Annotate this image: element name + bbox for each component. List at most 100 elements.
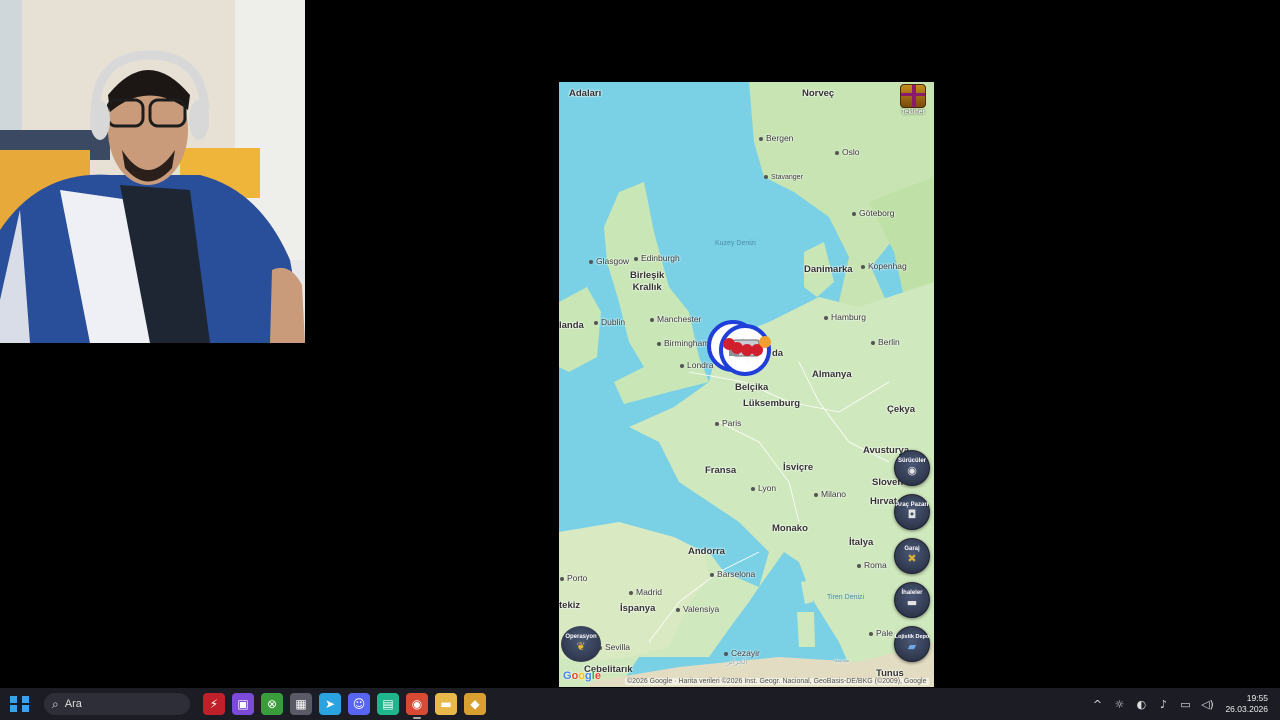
depot-marker-cluster[interactable] — [707, 320, 777, 390]
taskbar-app-chat-app[interactable]: ▤ — [377, 693, 399, 715]
taskbar-app-app-red[interactable]: ⚡ — [203, 693, 225, 715]
label-bergen: Bergen — [759, 133, 793, 143]
label-cekya: Çekya — [887, 404, 915, 415]
clock[interactable]: 19:55 26.03.2026 — [1225, 693, 1268, 715]
wings-icon: ❦ — [576, 640, 586, 653]
app-red-icon: ⚡ — [209, 697, 219, 711]
label-barselona: Barselona — [710, 569, 755, 579]
taskbar-apps: ⚡ ▣ ⊗ ▦ ➤ ☺ ▤ ◉ ▬ ◆ — [196, 693, 486, 719]
book-icon: ▰ — [907, 640, 917, 653]
taskbar-app-calculator[interactable]: ▦ — [290, 693, 312, 715]
label-irlanda: landa — [559, 320, 584, 331]
game-app-icon: ◆ — [470, 697, 480, 711]
label-milano: Milano — [814, 489, 846, 499]
wrench-icon: ✖ — [907, 552, 917, 565]
label-dublin: Dublin — [594, 317, 625, 327]
chrome-icon: ◉ — [411, 697, 423, 711]
label-norvec: Norveç — [802, 88, 835, 99]
taskbar-app-chrome[interactable]: ◉ — [406, 693, 428, 719]
file-explorer-icon: ▬ — [440, 697, 452, 711]
calculator-icon: ▦ — [295, 697, 307, 711]
start-button[interactable] — [8, 691, 34, 717]
windows-logo-icon — [10, 696, 17, 703]
label-edinburgh: Edinburgh — [634, 253, 680, 263]
clock-time: 19:55 — [1246, 693, 1268, 703]
label-lyon: Lyon — [751, 483, 776, 493]
search-icon: ⌕ — [52, 696, 59, 711]
xbox-icon: ⊗ — [266, 697, 278, 711]
map-attribution[interactable]: ©2026 Google · Harita verileri ©2026 Ins… — [625, 678, 929, 685]
drivers-button[interactable]: Sürücüler ◉ — [894, 450, 930, 486]
twitch-icon: ▣ — [237, 697, 249, 711]
label-palermo: Pale — [869, 628, 893, 638]
taskbar-search[interactable]: ⌕ Ara — [44, 693, 190, 715]
label-hirvatistan: Hırvat — [870, 496, 897, 507]
taskbar-app-game-app[interactable]: ◆ — [464, 693, 486, 715]
label-roma: Roma — [857, 560, 887, 570]
offers-label: Teklifler — [901, 109, 925, 116]
offers-button[interactable]: Teklifler — [894, 84, 932, 120]
taskbar-app-discord[interactable]: ☺ — [348, 693, 370, 715]
truck-icon: ▬ — [906, 596, 918, 609]
label-italya: İtalya — [849, 537, 874, 548]
clock-date: 26.03.2026 — [1225, 704, 1268, 714]
label-hamburg: Hamburg — [824, 312, 866, 322]
search-placeholder: Ara — [64, 698, 82, 710]
brightness-icon[interactable]: ☼ — [1109, 698, 1129, 711]
steering-wheel-icon: ◉ — [907, 464, 917, 477]
label-madrid: Madrid — [629, 587, 662, 597]
label-birlesik-krallik: Birleşik Krallık — [630, 270, 665, 293]
garage-button[interactable]: Garaj ✖ — [894, 538, 930, 574]
webcam-image — [0, 0, 305, 343]
network-icon[interactable]: ▭ — [1175, 698, 1195, 711]
label-birmingham: Birmingham — [657, 338, 709, 348]
taskbar-app-file-explorer[interactable]: ▬ — [435, 693, 457, 715]
label-monako: Monako — [772, 523, 808, 534]
label-faroe: Adaları — [569, 88, 602, 99]
webcam-overlay — [0, 0, 305, 343]
label-tunus-arabic: مدينة — [834, 657, 850, 664]
taskbar-app-twitch[interactable]: ▣ — [232, 693, 254, 715]
volume-icon[interactable]: ◁) — [1197, 698, 1217, 711]
label-cezayir: Cezayir — [724, 648, 760, 658]
label-paris: Paris — [715, 418, 741, 428]
steam-icon[interactable]: ◐ — [1131, 698, 1151, 711]
label-porto: Porto — [560, 573, 587, 583]
tenders-button[interactable]: İhaleler ▬ — [894, 582, 930, 618]
microphone-icon[interactable]: ♪ — [1153, 698, 1173, 711]
label-goteborg: Göteborg — [852, 208, 894, 218]
label-andorra: Andorra — [688, 546, 725, 557]
logistics-depot-button[interactable]: Lojistik Depo ▰ — [894, 626, 930, 662]
camera-icon: ◘ — [907, 508, 917, 521]
label-kuzey-denizi: Kuzey Denizi — [715, 240, 756, 247]
label-almanya: Almanya — [812, 369, 852, 380]
label-manchester: Manchester — [650, 314, 701, 324]
chat-app-icon: ▤ — [382, 697, 394, 711]
label-kopenhag: Kopenhag — [861, 261, 907, 271]
taskbar: ⌕ Ara ⚡ ▣ ⊗ ▦ ➤ ☺ ▤ ◉ ▬ ◆ ^ ☼ ◐ ♪ ▭ ◁) 19:55 26.0… — [0, 688, 1280, 720]
label-cezayir-arabic: الجزائر — [727, 659, 748, 666]
label-portekiz: tekiz — [559, 600, 581, 611]
label-stavanger: Stavanger — [764, 174, 803, 181]
label-sevilla: Sevilla — [598, 642, 630, 652]
label-danimarka: Danimarka — [804, 264, 853, 275]
vehicle-market-button[interactable]: Araç Pazarı ◘ — [894, 494, 930, 530]
label-glasgow: Glasgow — [589, 256, 629, 266]
discord-icon: ☺ — [352, 697, 366, 711]
desktop: Adaları Norveç Bergen Oslo Stavanger Göt… — [0, 0, 1280, 688]
chevron-up-icon[interactable]: ^ — [1087, 698, 1107, 711]
google-logo: Google — [563, 670, 601, 682]
label-tiren-denizi: Tiren Denizi — [827, 594, 865, 601]
label-berlin: Berlin — [871, 337, 900, 347]
label-oslo: Oslo — [835, 147, 859, 157]
label-fransa: Fransa — [705, 465, 737, 476]
taskbar-app-xbox[interactable]: ⊗ — [261, 693, 283, 715]
label-ispanya: İspanya — [620, 603, 656, 614]
gift-icon — [900, 84, 926, 108]
label-valensiya: Valensiya — [676, 604, 719, 614]
game-map-window[interactable]: Adaları Norveç Bergen Oslo Stavanger Göt… — [559, 82, 934, 687]
operations-button[interactable]: Operasyon ❦ — [561, 626, 601, 662]
taskbar-app-telegram[interactable]: ➤ — [319, 693, 341, 715]
label-isvicre: İsviçre — [783, 462, 814, 473]
label-luksemburg: Lüksemburg — [743, 398, 801, 409]
